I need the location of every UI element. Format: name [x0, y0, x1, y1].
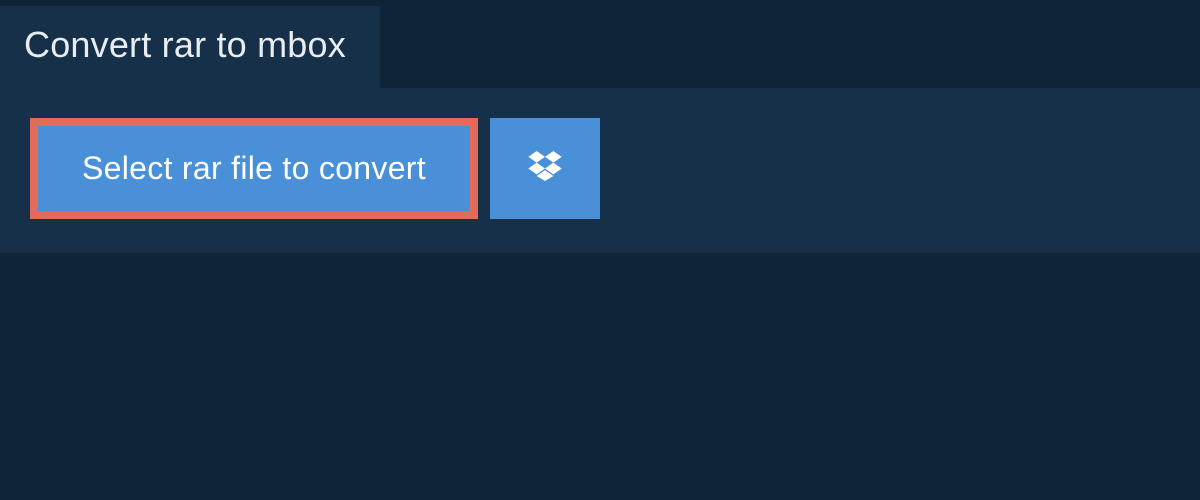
- dropbox-icon: [525, 146, 565, 191]
- select-file-label: Select rar file to convert: [82, 150, 426, 187]
- tab-convert[interactable]: Convert rar to mbox: [0, 6, 380, 88]
- select-file-button[interactable]: Select rar file to convert: [30, 118, 478, 219]
- button-row: Select rar file to convert: [30, 118, 1170, 219]
- dropbox-button[interactable]: [490, 118, 600, 219]
- upload-panel: Select rar file to convert: [0, 88, 1200, 253]
- tab-label: Convert rar to mbox: [24, 24, 346, 65]
